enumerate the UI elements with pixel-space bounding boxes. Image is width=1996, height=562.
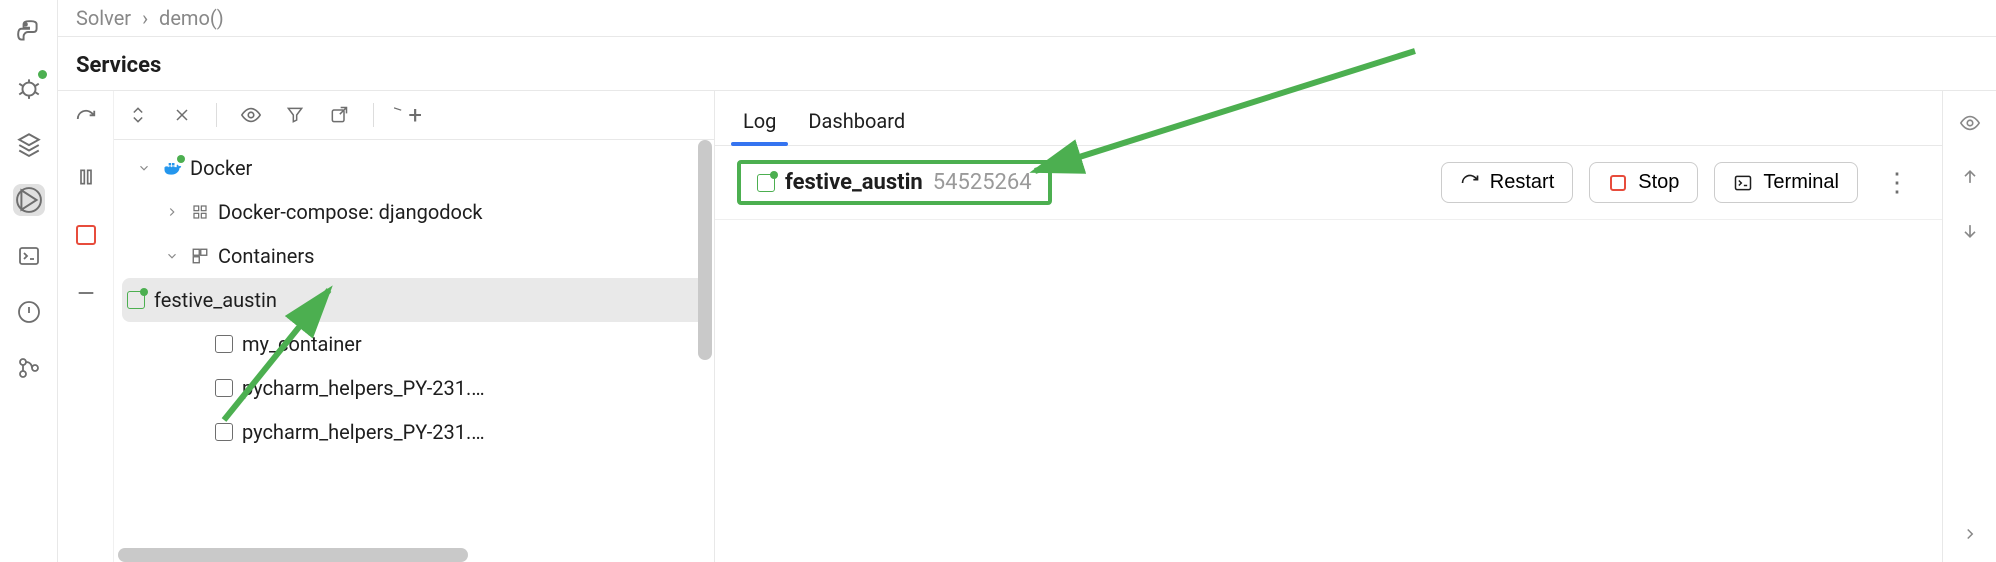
tree-label: Containers: [218, 244, 315, 268]
breadcrumb-leaf[interactable]: demo(): [159, 6, 224, 30]
grid-icon: [190, 202, 210, 222]
terminal-icon[interactable]: [13, 240, 45, 272]
button-label: Stop: [1638, 171, 1679, 194]
show-icon[interactable]: [237, 101, 265, 129]
containers-icon: [190, 246, 210, 266]
terminal-icon: [1733, 173, 1753, 193]
panel-title-text: Services: [76, 53, 161, 78]
arrow-down-icon[interactable]: [1956, 217, 1984, 245]
tree-horizontal-scrollbar[interactable]: [118, 548, 468, 562]
tree-node-compose[interactable]: Docker-compose: djangodock: [114, 190, 714, 234]
tree-vertical-toolbar: [58, 91, 114, 562]
tree-node-containers[interactable]: Containers: [114, 234, 714, 278]
services-tree-panel: + Docker: [114, 91, 714, 562]
tree-node-container[interactable]: festive_austin: [122, 278, 706, 322]
restart-icon: [1460, 173, 1480, 193]
left-tool-rail: [0, 0, 58, 562]
tree-node-container[interactable]: my_container: [114, 322, 714, 366]
container-title-badge: festive_austin 54525264: [737, 160, 1052, 205]
detail-header: festive_austin 54525264 Restart: [715, 146, 1942, 220]
right-rail: [1942, 91, 1996, 562]
tree-label: pycharm_helpers_PY-231.…: [242, 420, 485, 444]
tree-label: pycharm_helpers_PY-231.…: [242, 376, 485, 400]
bug-icon[interactable]: [13, 72, 45, 104]
vcs-icon[interactable]: [13, 352, 45, 384]
container-icon: [214, 334, 234, 354]
container-running-icon: [757, 174, 775, 192]
minimize-icon[interactable]: [72, 279, 100, 307]
container-icon: [214, 422, 234, 442]
tree-node-docker[interactable]: Docker: [114, 146, 714, 190]
panel-title: Services: [58, 37, 1996, 91]
chevron-down-icon[interactable]: [162, 249, 182, 263]
container-name: festive_austin: [785, 170, 923, 195]
new-window-icon[interactable]: [325, 101, 353, 129]
stop-button[interactable]: Stop: [1589, 162, 1698, 203]
container-running-icon: [126, 290, 146, 310]
button-label: Terminal: [1763, 171, 1839, 194]
detail-tabs: Log Dashboard: [715, 91, 1942, 146]
tree-label: festive_austin: [154, 288, 277, 312]
stop-icon: [1608, 173, 1628, 193]
chevron-right-icon[interactable]: [1956, 520, 1984, 548]
layers-icon[interactable]: [13, 128, 45, 160]
services-run-icon[interactable]: [13, 184, 45, 216]
python-icon[interactable]: [13, 16, 45, 48]
services-tree[interactable]: Docker Docker-compose: djangodock: [114, 140, 714, 562]
tab-dashboard[interactable]: Dashboard: [804, 103, 909, 145]
button-label: Restart: [1490, 171, 1554, 194]
restart-button[interactable]: Restart: [1441, 162, 1573, 203]
filter-icon[interactable]: [281, 101, 309, 129]
tree-node-container[interactable]: pycharm_helpers_PY-231.…: [114, 410, 714, 454]
collapse-all-icon[interactable]: [168, 101, 196, 129]
tree-label: my_container: [242, 332, 362, 356]
tree-vertical-scrollbar[interactable]: [696, 140, 714, 360]
terminal-button[interactable]: Terminal: [1714, 162, 1858, 203]
tree-toolbar: +: [114, 91, 714, 140]
pause-icon[interactable]: [72, 163, 100, 191]
more-actions-icon[interactable]: ⋮: [1874, 168, 1920, 198]
header-actions: Restart Stop Terminal ⋮: [1441, 162, 1920, 203]
container-icon: [214, 378, 234, 398]
detail-panel: Log Dashboard festive_austin 54525264: [714, 91, 1942, 562]
chevron-down-icon[interactable]: [134, 161, 154, 175]
problems-icon[interactable]: [13, 296, 45, 328]
stop-icon[interactable]: [72, 221, 100, 249]
breadcrumb-root[interactable]: Solver: [76, 6, 131, 30]
tree-node-container[interactable]: pycharm_helpers_PY-231.…: [114, 366, 714, 410]
docker-icon: [162, 158, 182, 178]
container-hash: 54525264: [933, 170, 1032, 195]
tree-label: Docker-compose: djangodock: [218, 200, 483, 224]
arrow-up-icon[interactable]: [1956, 163, 1984, 191]
tree-label: Docker: [190, 156, 252, 180]
tab-log[interactable]: Log: [739, 103, 780, 145]
main-area: Solver › demo() Services: [58, 0, 1996, 562]
expand-collapse-icon[interactable]: [124, 101, 152, 129]
refresh-icon[interactable]: [72, 105, 100, 133]
preview-icon[interactable]: [1956, 109, 1984, 137]
add-icon[interactable]: +: [394, 101, 422, 129]
breadcrumb-separator: ›: [142, 6, 148, 30]
chevron-right-icon[interactable]: [162, 205, 182, 219]
breadcrumb: Solver › demo(): [58, 0, 1996, 37]
